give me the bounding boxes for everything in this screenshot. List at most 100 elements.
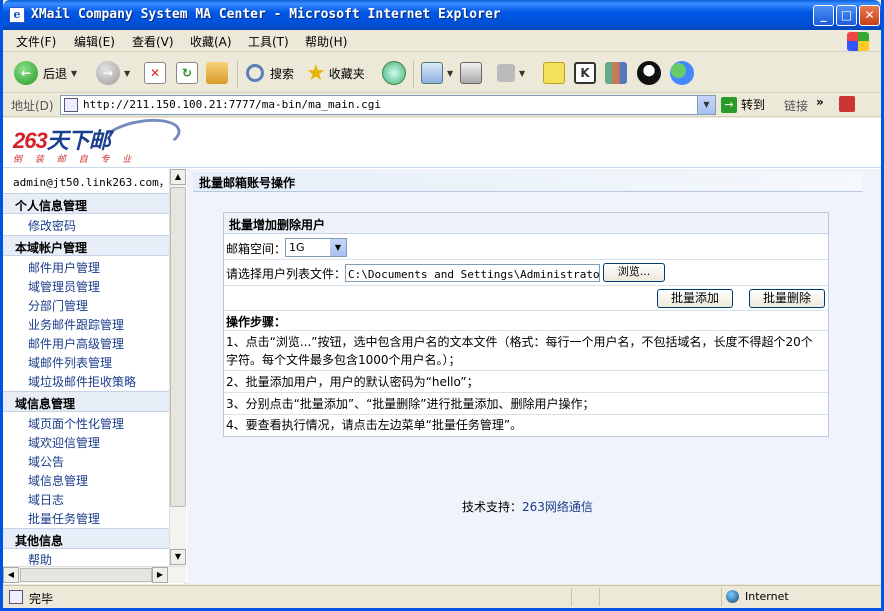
title-bar: e XMail Company System MA Center - Micro… [3,0,881,30]
address-bar: 地址(D) http://211.150.100.21:7777/ma-bin/… [3,93,881,117]
nav-item-help[interactable]: 帮助 [28,551,52,566]
go-arrow-icon: → [721,96,737,113]
scroll-thumb[interactable] [170,187,186,507]
h-scroll-thumb[interactable] [20,568,152,582]
nav-item-batch-tasks[interactable]: 批量任务管理 [28,510,100,527]
nav-section-accounts: 本域帐户管理 [3,235,169,256]
windows-logo-icon [847,32,869,51]
back-button[interactable]: ← 后退 ▼ [14,59,77,87]
edit-button[interactable]: ▼ [497,59,525,87]
mailbox-label: 邮箱空间： [226,242,287,256]
history-button[interactable] [382,59,406,87]
chevron-right-icon[interactable]: » [816,95,824,109]
star-icon: ★ [306,60,326,86]
globe-icon [726,590,739,603]
nav-item-welcome-letter[interactable]: 域欢迎信管理 [28,434,100,451]
action-row: 批量添加 批量删除 [224,286,828,311]
refresh-button[interactable]: ↻ [176,59,198,87]
nav-item-page-custom[interactable]: 域页面个性化管理 [28,415,124,432]
nav-item-mail-users[interactable]: 邮件用户管理 [28,259,100,276]
step-2-row: 2、批量添加用户，用户的默认密码为“hello”； [224,371,828,393]
back-label: 后退 [43,66,68,81]
minimize-button[interactable]: _ [813,5,834,26]
messenger-button[interactable] [670,59,694,87]
steps-header-row: 操作步骤： [224,311,828,331]
extension-icon[interactable] [839,96,855,112]
scroll-up-icon[interactable]: ▲ [170,169,186,185]
search-button[interactable]: 搜索 [246,59,294,87]
nav-horizontal-scrollbar[interactable]: ◀ ▶ [3,566,186,583]
nav-vertical-scrollbar[interactable]: ▲ ▼ [169,169,186,566]
edit-icon [497,64,515,82]
links-label[interactable]: 链接 [784,97,808,114]
file-path-input[interactable]: C:\Documents and Settings\Administrator\… [345,264,600,282]
chevron-down-icon[interactable]: ▼ [124,69,130,78]
go-button[interactable]: → 转到 [721,96,765,113]
home-button[interactable] [206,59,228,87]
chevron-down-icon[interactable]: ▼ [71,69,77,78]
menu-file[interactable]: 文件(F) [16,33,56,50]
nav-item-mailing-lists[interactable]: 域邮件列表管理 [28,354,112,371]
print-button[interactable] [460,59,482,87]
nav-item-domain-info[interactable]: 域信息管理 [28,472,88,489]
nav-item-domain-admins[interactable]: 域管理员管理 [28,278,100,295]
support-footer: 技术支持：263网络通信 [462,498,593,515]
nav-item-departments[interactable]: 分部门管理 [28,297,88,314]
address-url[interactable]: http://211.150.100.21:7777/ma-bin/ma_mai… [83,98,381,111]
stop-button[interactable]: ✕ [144,59,166,87]
nav-item-advanced-users[interactable]: 邮件用户高级管理 [28,335,124,352]
maximize-button[interactable]: □ [836,5,857,26]
browser-window: e XMail Company System MA Center - Micro… [0,0,884,611]
menu-favorites[interactable]: 收藏(A) [190,33,232,50]
menu-edit[interactable]: 编辑(E) [74,33,115,50]
status-divider [721,588,722,606]
address-input[interactable]: http://211.150.100.21:7777/ma-bin/ma_mai… [60,95,716,115]
search-icon [246,64,264,82]
nav-item-change-password[interactable]: 修改密码 [28,217,76,234]
scroll-down-icon[interactable]: ▼ [170,549,186,565]
nav-item-announcement[interactable]: 域公告 [28,453,64,470]
batch-delete-button[interactable]: 批量删除 [749,289,825,308]
nav-section-domain-info: 域信息管理 [3,391,169,412]
logo-text: 天下邮 [46,128,111,153]
scroll-right-icon[interactable]: ▶ [152,567,168,583]
batch-add-button[interactable]: 批量添加 [657,289,733,308]
chevron-down-icon[interactable]: ▼ [330,239,346,256]
research-button[interactable] [605,59,627,87]
zone-label: Internet [745,590,789,603]
notes-button[interactable] [543,59,565,87]
back-arrow-icon: ← [14,61,38,85]
nav-item-spam-policy[interactable]: 域垃圾邮件拒收策略 [28,373,136,390]
nav-section-personal: 个人信息管理 [3,193,169,214]
menu-view[interactable]: 查看(V) [132,33,174,50]
security-zone: Internet [726,590,789,603]
address-label: 地址(D) [11,99,54,113]
support-link[interactable]: 263网络通信 [522,500,593,514]
chevron-down-icon[interactable]: ▼ [697,96,715,114]
banner: 263天下邮 倒 装 邮 自 专 业 [3,113,881,168]
file-row: 请选择用户列表文件： C:\Documents and Settings\Adm… [224,260,828,286]
logo-number: 263 [13,128,48,153]
forward-button[interactable]: → ▼ [96,59,130,87]
menu-help[interactable]: 帮助(H) [305,33,347,50]
page-icon [64,98,78,112]
qq-button[interactable] [637,59,661,87]
chevron-down-icon[interactable]: ▼ [519,69,525,78]
scroll-left-icon[interactable]: ◀ [3,567,19,583]
mail-button[interactable]: ▼ [421,59,453,87]
mailbox-size-select[interactable]: 1G ▼ [285,238,347,257]
support-label: 技术支持： [462,500,523,514]
nav-item-mail-tracking[interactable]: 业务邮件跟踪管理 [28,316,124,333]
k-icon: K [574,62,596,84]
menu-tools[interactable]: 工具(T) [248,33,289,50]
k-button[interactable]: K [574,59,596,87]
step-1-line-1: 1、点击“浏览...”按钮，选中包含用户名的文本文件（格式：每行一个用户名，不包… [226,335,813,349]
window-title: XMail Company System MA Center - Microso… [31,7,501,22]
mail-icon [421,62,443,84]
steps-title: 操作步骤： [226,315,287,329]
favorites-button[interactable]: ★ 收藏夹 [306,59,365,87]
nav-item-domain-log[interactable]: 域日志 [28,491,64,508]
chevron-down-icon[interactable]: ▼ [447,69,453,78]
browse-button[interactable]: 浏览... [603,263,665,282]
close-button[interactable]: ✕ [859,5,880,26]
